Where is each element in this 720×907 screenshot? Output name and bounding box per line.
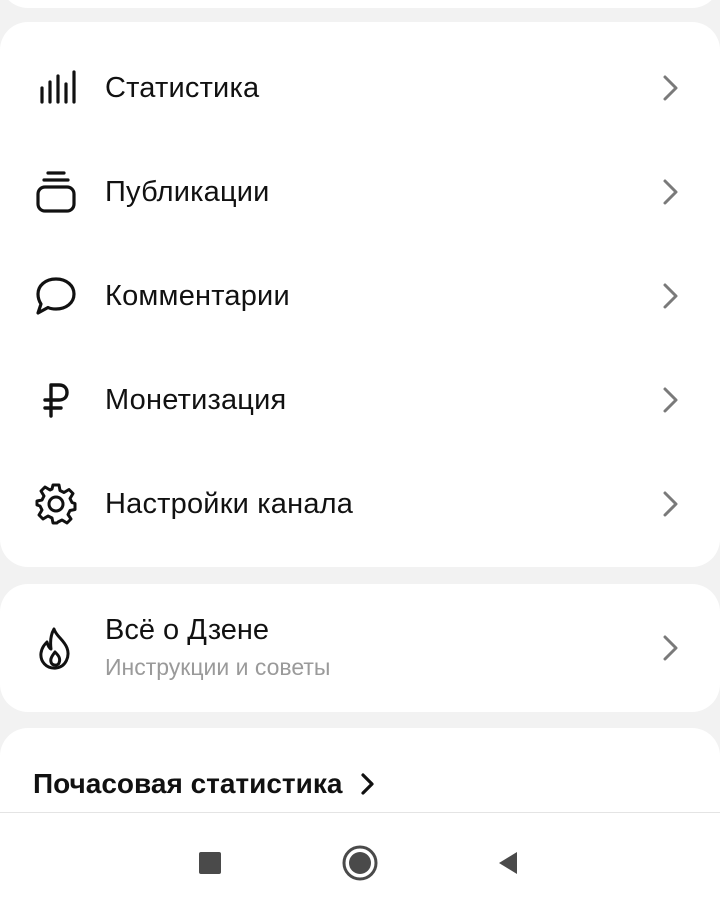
- home-circle-icon[interactable]: [340, 843, 380, 883]
- menu-item-label: Статистика: [105, 71, 260, 104]
- menu-item-label: Настройки канала: [105, 487, 354, 520]
- menu-item-label: Комментарии: [105, 279, 290, 312]
- system-navigation-bar: [0, 812, 720, 907]
- chevron-right-icon: [663, 635, 678, 661]
- about-zen-title: Всё о Дзене: [105, 614, 270, 646]
- menu-card: Статистика Публикации Комментарии Монети…: [0, 22, 720, 567]
- flame-icon: [33, 626, 79, 672]
- menu-item-channel-settings[interactable]: Настройки канала: [0, 452, 720, 556]
- stack-icon: [33, 169, 79, 215]
- bar-chart-icon: [33, 65, 79, 111]
- menu-item-label: Публикации: [105, 175, 270, 208]
- chevron-right-icon: [663, 491, 678, 517]
- menu-item-comments[interactable]: Комментарии: [0, 244, 720, 348]
- about-zen-subtitle: Инструкции и советы: [105, 654, 331, 680]
- previous-card-edge: [0, 0, 720, 8]
- ruble-icon: [33, 377, 79, 423]
- comment-icon: [33, 273, 79, 319]
- chevron-right-icon: [663, 283, 678, 309]
- back-triangle-icon[interactable]: [488, 843, 528, 883]
- chevron-right-icon: [663, 179, 678, 205]
- menu-item-monetization[interactable]: Монетизация: [0, 348, 720, 452]
- page: Статистика Публикации Комментарии Монети…: [0, 0, 720, 907]
- recents-square-icon[interactable]: [190, 843, 230, 883]
- gear-icon: [33, 481, 79, 527]
- menu-item-label: Монетизация: [105, 383, 287, 416]
- menu-item-publications[interactable]: Публикации: [0, 140, 720, 244]
- chevron-right-icon: [663, 387, 678, 413]
- menu-item-statistics[interactable]: Статистика: [0, 36, 720, 140]
- hourly-statistics-link[interactable]: Почасовая статистика: [33, 768, 376, 800]
- hourly-statistics-title: Почасовая статистика: [33, 768, 343, 799]
- chevron-right-icon: [361, 773, 375, 795]
- about-zen-card[interactable]: Всё о Дзене Инструкции и советы: [0, 584, 720, 712]
- chevron-right-icon: [663, 75, 678, 101]
